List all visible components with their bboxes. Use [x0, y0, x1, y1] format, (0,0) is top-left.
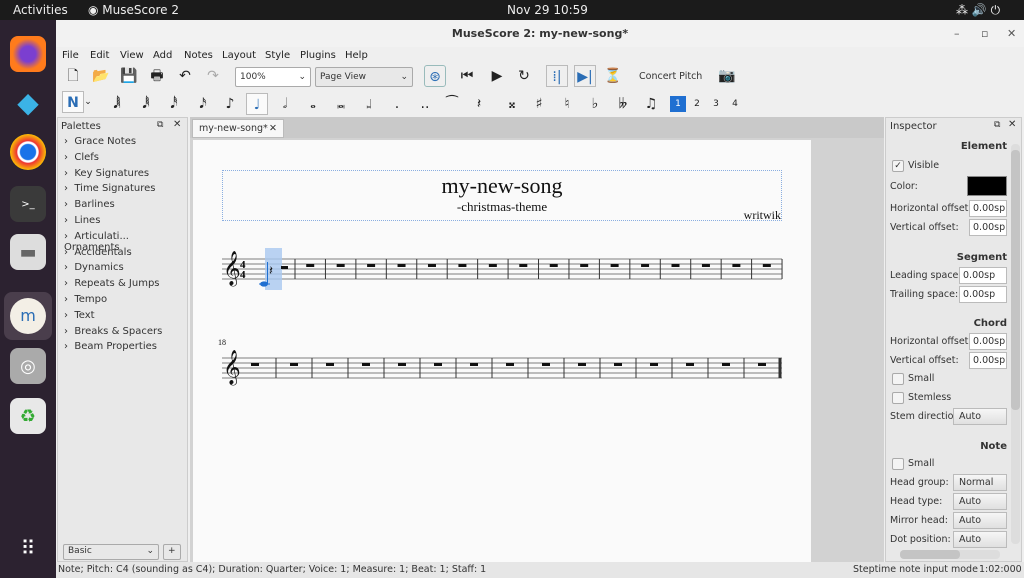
whole-rest[interactable] [506, 363, 514, 366]
whole-rest[interactable] [397, 264, 406, 267]
chord-h-offset-input[interactable]: 0.00sp [969, 333, 1007, 350]
whole-rest[interactable] [578, 363, 586, 366]
measure-number: 18 [218, 338, 226, 347]
inspector-title: Inspector [890, 121, 937, 132]
chord-v-offset-input[interactable]: 0.00sp [969, 352, 1007, 369]
whole-rest[interactable] [722, 363, 730, 366]
whole-rest[interactable] [671, 264, 680, 267]
whole-rest[interactable] [686, 363, 694, 366]
head-type-select[interactable]: Auto [953, 493, 1007, 510]
whole-rest[interactable] [542, 363, 550, 366]
whole-rest[interactable] [732, 264, 741, 267]
chord-small-checkbox[interactable] [892, 373, 904, 385]
whole-rest[interactable] [519, 264, 528, 267]
stem-direction-select[interactable]: Auto [953, 408, 1007, 425]
time-signature-denominator[interactable]: 4 [240, 269, 246, 281]
mirror-head-select[interactable]: Auto [953, 512, 1007, 529]
status-text: Note; Pitch: C4 (sounding as C4); Durati… [58, 564, 487, 575]
whole-rest[interactable] [434, 363, 442, 366]
trailing-space-label: Trailing space: [890, 289, 959, 300]
segment-header: Segment [956, 252, 1007, 263]
whole-rest[interactable] [488, 264, 497, 267]
note-small-label: Small [908, 458, 935, 469]
whole-rest[interactable] [251, 363, 259, 366]
status-bar: Note; Pitch: C4 (sounding as C4); Durati… [56, 562, 1024, 578]
whole-rest[interactable] [641, 264, 650, 267]
treble-clef[interactable]: 𝄞 [223, 350, 241, 386]
stem-direction-label: Stem direction: [890, 411, 963, 422]
whole-rest[interactable] [614, 363, 622, 366]
whole-rest[interactable] [650, 363, 658, 366]
whole-rest[interactable] [549, 264, 558, 267]
close-panel-icon[interactable]: ✕ [1008, 119, 1016, 130]
visible-checkbox[interactable]: ✓ [892, 160, 904, 172]
whole-rest[interactable] [362, 363, 370, 366]
whole-rest[interactable] [701, 264, 710, 267]
leading-space-input[interactable]: 0.00sp [959, 267, 1007, 284]
v-offset-label: Vertical offset: [890, 222, 959, 233]
inspector-panel: Inspector ⧉ ✕ Element ✓ Visible Color: Ho… [885, 117, 1022, 562]
scroll-thumb[interactable] [1011, 150, 1020, 410]
whole-rest[interactable] [762, 264, 771, 267]
head-group-label: Head group: [890, 477, 949, 488]
whole-rest[interactable] [290, 363, 298, 366]
visible-label: Visible [908, 160, 940, 171]
dot-position-label: Dot position: [890, 534, 951, 545]
leading-space-label: Leading space: [890, 270, 962, 281]
stemless-checkbox[interactable] [892, 392, 904, 404]
whole-rest[interactable] [610, 264, 619, 267]
color-label: Color: [890, 181, 918, 192]
float-panel-icon[interactable]: ⧉ [994, 120, 1000, 130]
whole-rest[interactable] [367, 264, 376, 267]
color-swatch[interactable] [967, 176, 1007, 196]
chord-header: Chord [973, 318, 1007, 329]
scroll-thumb[interactable] [900, 550, 960, 559]
whole-rest[interactable] [458, 264, 467, 267]
whole-rest[interactable] [306, 264, 315, 267]
head-type-label: Head type: [890, 496, 943, 507]
whole-rest[interactable] [336, 264, 345, 267]
note-small-checkbox[interactable] [892, 458, 904, 470]
trailing-space-input[interactable]: 0.00sp [959, 286, 1007, 303]
element-header: Element [960, 141, 1007, 152]
h-offset-input[interactable]: 0.00sp [969, 200, 1007, 217]
score-staves[interactable]: 𝄞 44 𝄽𝄞 [0, 0, 1024, 578]
whole-rest[interactable] [398, 363, 406, 366]
stemless-label: Stemless [908, 392, 952, 403]
h-offset-label: Horizontal offset: [890, 203, 972, 214]
position-status: 1:02:000 [979, 564, 1022, 575]
inspector-vertical-scrollbar[interactable] [1011, 144, 1020, 544]
chord-small-label: Small [908, 373, 935, 384]
half-rest[interactable] [281, 266, 288, 269]
v-offset-input[interactable]: 0.00sp [969, 219, 1007, 236]
chord-h-offset-label: Horizontal offset: [890, 336, 972, 347]
input-mode-status: Steptime note input mode [853, 564, 978, 575]
whole-rest[interactable] [470, 363, 478, 366]
whole-rest[interactable] [427, 264, 436, 267]
dot-position-select[interactable]: Auto [953, 531, 1007, 548]
whole-rest[interactable] [326, 363, 334, 366]
mirror-head-label: Mirror head: [890, 515, 948, 526]
inspector-horizontal-scrollbar[interactable] [900, 550, 1000, 559]
treble-clef[interactable]: 𝄞 [223, 251, 241, 287]
head-group-select[interactable]: Normal [953, 474, 1007, 491]
whole-rest[interactable] [758, 363, 766, 366]
chord-v-offset-label: Vertical offset: [890, 355, 959, 366]
whole-rest[interactable] [580, 264, 589, 267]
quarter-rest[interactable]: 𝄽 [269, 264, 273, 279]
note-header: Note [980, 441, 1007, 452]
